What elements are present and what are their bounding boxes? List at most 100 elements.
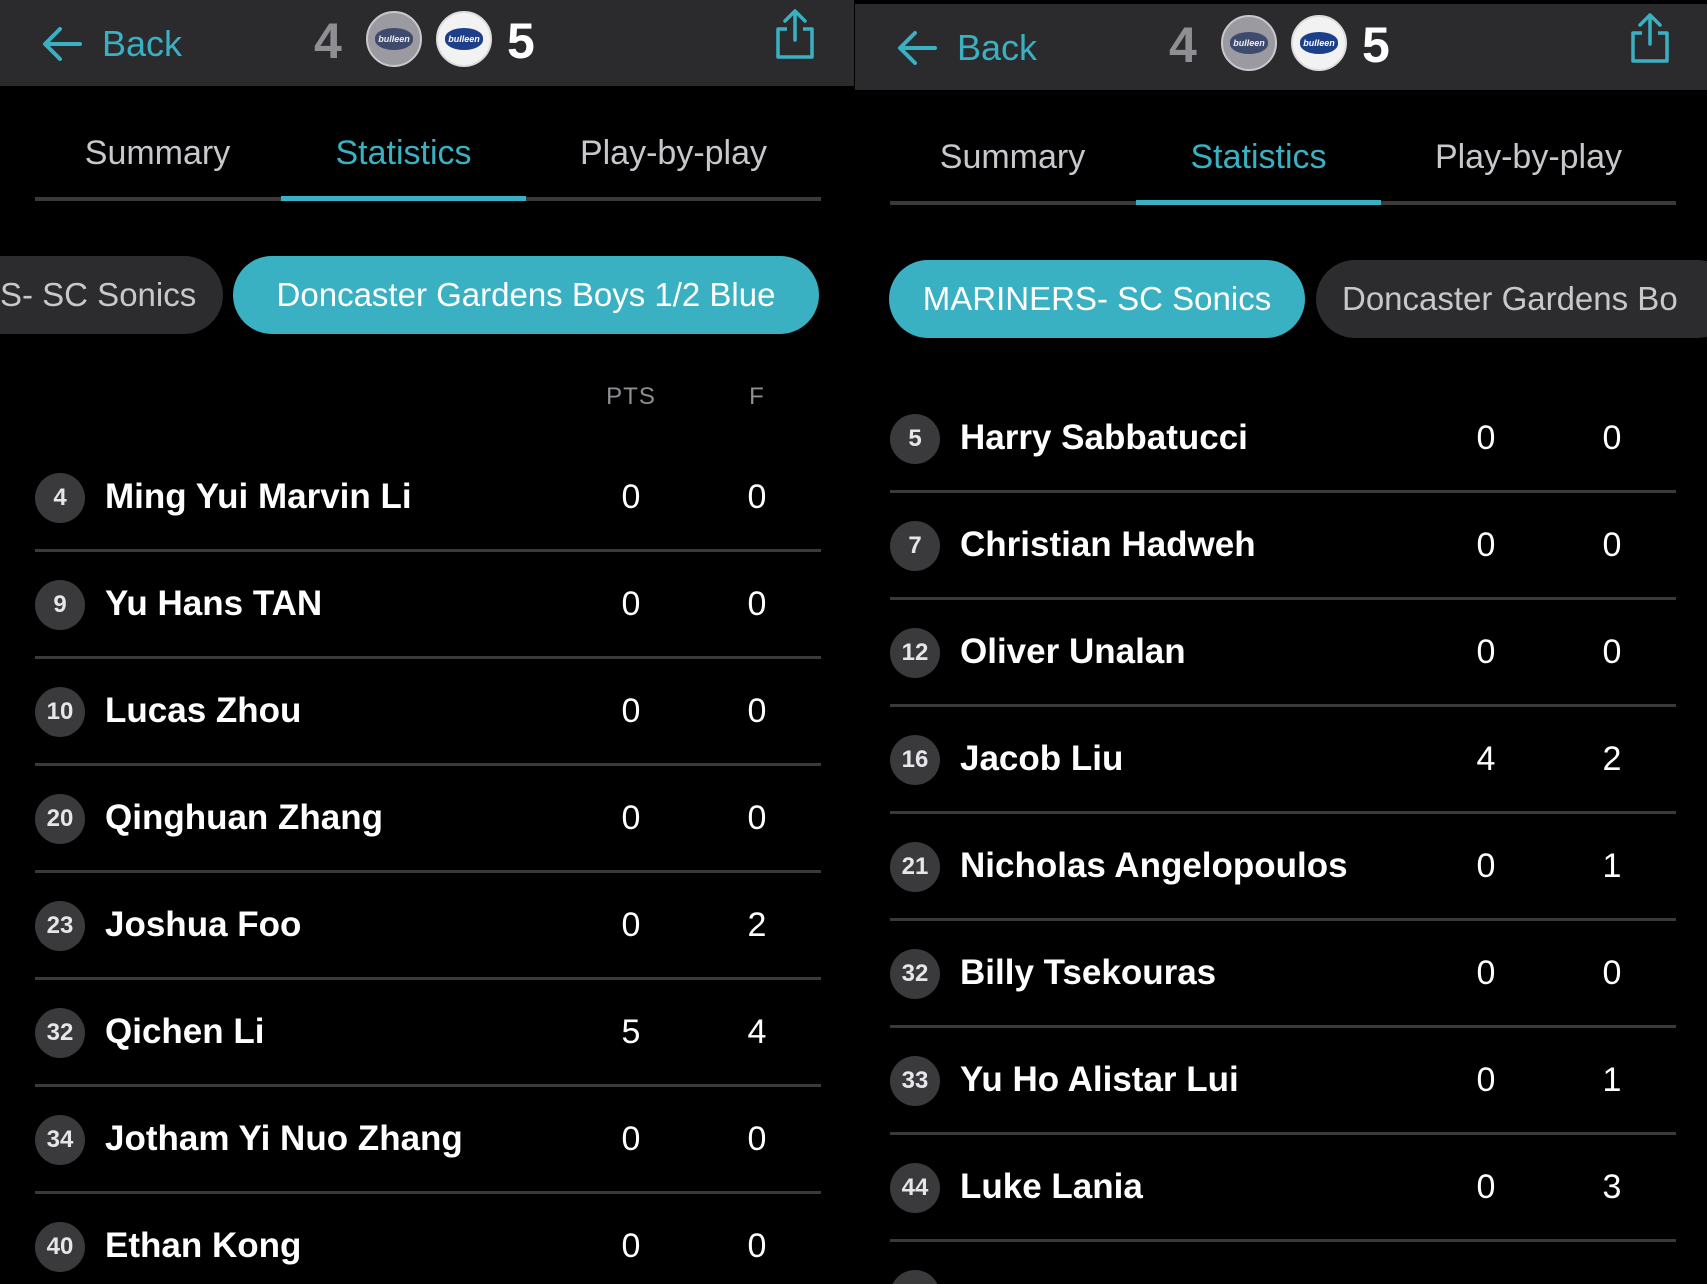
jersey-number: 20: [35, 794, 85, 844]
home-score: 4: [314, 13, 342, 69]
fouls-value: 0: [1602, 419, 1622, 457]
jersey-number: 33: [890, 1056, 940, 1106]
column-header-pts: PTS: [606, 383, 656, 410]
back-button[interactable]: Back: [895, 18, 1037, 78]
player-name: Oliver Unalan: [960, 632, 1186, 671]
pts-value: 0: [1476, 633, 1496, 671]
tab-summary[interactable]: Summary: [890, 122, 1135, 192]
pts-value: 0: [621, 478, 641, 516]
player-row[interactable]: 21 Nicholas Angelopoulos 0 1: [890, 814, 1676, 921]
player-row[interactable]: 33 Yu Ho Alistar Lui 0 1: [890, 1028, 1676, 1135]
jersey-number: 16: [890, 735, 940, 785]
fouls-value: 2: [1602, 740, 1622, 778]
player-row[interactable]: 23 Joshua Foo 0 2: [35, 873, 821, 980]
player-name: Lucas Zhou: [105, 691, 302, 730]
pts-value: 0: [1476, 1168, 1496, 1206]
pts-value: 0: [621, 906, 641, 944]
logo-wordmark: bulleen: [1300, 32, 1338, 54]
fouls-value: 1: [1602, 1061, 1622, 1099]
logo-wordmark: bulleen: [375, 28, 413, 50]
team-pill-mariners[interactable]: S- SC Sonics: [0, 256, 223, 334]
player-row[interactable]: 32 Billy Tsekouras 0 0: [890, 921, 1676, 1028]
fouls-value: 0: [1602, 526, 1622, 564]
player-name: Jacob Liu: [960, 739, 1124, 778]
player-name: Luke Lania: [960, 1167, 1143, 1206]
left-screenshot-panel: Back 4 bulleen bulleen 5 Summary Statist…: [0, 0, 854, 1280]
pts-value: 0: [621, 1227, 641, 1265]
jersey-number: 9: [35, 580, 85, 630]
fouls-value: 1: [1602, 847, 1622, 885]
jersey-number: [890, 1270, 940, 1284]
player-list: 4 Ming Yui Marvin Li 0 0 9 Yu Hans TAN 0…: [35, 445, 821, 1280]
pts-value: 0: [1476, 847, 1496, 885]
team-pill-doncaster[interactable]: Doncaster Gardens Bo: [1316, 260, 1707, 338]
player-row[interactable]: 5 Harry Sabbatucci 0 0: [890, 386, 1676, 493]
tab-play-by-play[interactable]: Play-by-play: [1381, 122, 1676, 192]
jersey-number: 32: [35, 1008, 85, 1058]
top-bar: Back 4 bulleen bulleen 5: [855, 4, 1707, 90]
jersey-number: 44: [890, 1163, 940, 1213]
fouls-value: 0: [747, 1227, 767, 1265]
share-icon[interactable]: [1627, 12, 1673, 64]
fouls-value: 0: [747, 1120, 767, 1158]
fouls-value: 0: [747, 692, 767, 730]
player-row-partial[interactable]: [890, 1242, 1676, 1284]
fouls-value: 0: [1602, 954, 1622, 992]
share-icon[interactable]: [772, 8, 818, 60]
back-button[interactable]: Back: [40, 14, 182, 74]
tab-statistics[interactable]: Statistics: [281, 118, 526, 188]
pts-value: 4: [1476, 740, 1496, 778]
player-row[interactable]: 10 Lucas Zhou 0 0: [35, 659, 821, 766]
player-row[interactable]: 34 Jotham Yi Nuo Zhang 0 0: [35, 1087, 821, 1194]
player-row[interactable]: 9 Yu Hans TAN 0 0: [35, 552, 821, 659]
player-name: Yu Ho Alistar Lui: [960, 1060, 1239, 1099]
team-pill-mariners[interactable]: MARINERS- SC Sonics: [889, 260, 1305, 338]
player-name: Qinghuan Zhang: [105, 798, 384, 837]
away-team-logo: bulleen: [436, 11, 492, 67]
player-row[interactable]: 20 Qinghuan Zhang 0 0: [35, 766, 821, 873]
player-row[interactable]: 12 Oliver Unalan 0 0: [890, 600, 1676, 707]
player-row[interactable]: 4 Ming Yui Marvin Li 0 0: [35, 445, 821, 552]
back-label: Back: [102, 23, 183, 64]
tab-play-by-play[interactable]: Play-by-play: [526, 118, 821, 188]
fouls-value: 0: [747, 585, 767, 623]
player-row[interactable]: 7 Christian Hadweh 0 0: [890, 493, 1676, 600]
pts-value: 5: [621, 1013, 641, 1051]
player-name: Joshua Foo: [105, 905, 302, 944]
fouls-value: 2: [747, 906, 767, 944]
pts-value: 0: [621, 1120, 641, 1158]
team-pill-doncaster[interactable]: Doncaster Gardens Boys 1/2 Blue: [233, 256, 819, 334]
jersey-number: 12: [890, 628, 940, 678]
away-score: 5: [507, 13, 535, 69]
tab-statistics[interactable]: Statistics: [1136, 122, 1381, 192]
jersey-number: 10: [35, 687, 85, 737]
away-score: 5: [1362, 17, 1390, 73]
logo-wordmark: bulleen: [445, 28, 483, 50]
away-team-logo: bulleen: [1291, 15, 1347, 71]
jersey-number: 32: [890, 949, 940, 999]
player-row[interactable]: 40 Ethan Kong 0 0: [35, 1194, 821, 1280]
player-name: Harry Sabbatucci: [960, 418, 1248, 457]
player-row[interactable]: 44 Luke Lania 0 3: [890, 1135, 1676, 1242]
pts-value: 0: [621, 692, 641, 730]
pts-value: 0: [621, 799, 641, 837]
pts-value: 0: [1476, 419, 1496, 457]
active-tab-indicator: [1136, 200, 1381, 205]
player-name: Qichen Li: [105, 1012, 265, 1051]
player-name: Ming Yui Marvin Li: [105, 477, 412, 516]
home-team-logo: bulleen: [1221, 15, 1277, 71]
fouls-value: 4: [747, 1013, 767, 1051]
player-row[interactable]: 32 Qichen Li 5 4: [35, 980, 821, 1087]
jersey-number: 23: [35, 901, 85, 951]
player-name: Nicholas Angelopoulos: [960, 846, 1348, 885]
pts-value: 0: [1476, 1061, 1496, 1099]
column-header-f: F: [749, 383, 765, 410]
tab-bar: Summary Statistics Play-by-play: [890, 122, 1676, 206]
player-row[interactable]: 16 Jacob Liu 4 2: [890, 707, 1676, 814]
active-tab-indicator: [281, 196, 526, 201]
jersey-number: 40: [35, 1222, 85, 1272]
jersey-number: 7: [890, 521, 940, 571]
tab-summary[interactable]: Summary: [35, 118, 280, 188]
player-list: 5 Harry Sabbatucci 0 0 7 Christian Hadwe…: [890, 386, 1676, 1284]
pts-value: 0: [1476, 526, 1496, 564]
